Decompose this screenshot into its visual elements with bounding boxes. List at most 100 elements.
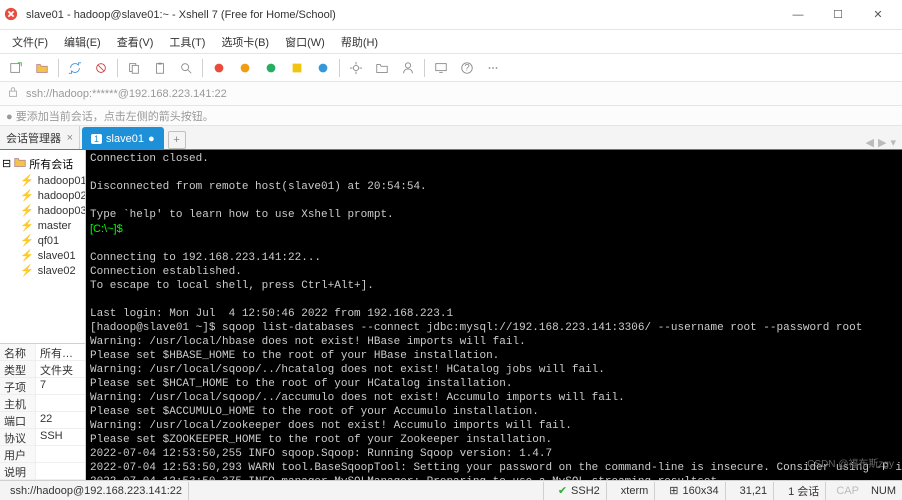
folder2-icon[interactable] [370, 56, 394, 80]
tab-next-icon[interactable]: ▶ [878, 136, 886, 149]
tree-item[interactable]: ⚡qf01 [2, 233, 83, 248]
more-icon[interactable] [481, 56, 505, 80]
terminal[interactable]: Connection closed. Disconnected from rem… [86, 150, 902, 480]
status-sessions: 1 会话 [782, 482, 826, 500]
session-icon: ⚡ [20, 189, 34, 202]
screen-icon[interactable] [429, 56, 453, 80]
tree-item[interactable]: ⚡slave02 [2, 263, 83, 278]
window-title: slave01 - hadoop@slave01:~ - Xshell 7 (F… [26, 9, 778, 21]
tree-item-label: qf01 [38, 235, 59, 247]
prop-key: 名称 [0, 344, 36, 360]
status-bar: ssh://hadoop@192.168.223.141:22 ✔SSH2 xt… [0, 480, 902, 500]
prop-row: 用户名 [0, 446, 85, 463]
status-size: ⊞160x34 [663, 482, 725, 500]
open-icon[interactable] [30, 56, 54, 80]
prop-key: 用户名 [0, 446, 36, 462]
titlebar: slave01 - hadoop@slave01:~ - Xshell 7 (F… [0, 0, 902, 30]
watermark: CSDN @福布斯zgy [807, 458, 894, 472]
prop-value [36, 463, 85, 479]
tree-item[interactable]: ⚡slave01 [2, 248, 83, 263]
tree-item-label: hadoop02 [38, 190, 85, 202]
tree-item-label: slave02 [38, 265, 76, 277]
color4-icon[interactable] [285, 56, 309, 80]
session-manager-title: 会话管理器 × [0, 126, 80, 149]
prop-value: SSH [36, 429, 85, 445]
prop-key: 类型 [0, 361, 36, 377]
copy-icon[interactable] [122, 56, 146, 80]
color2-icon[interactable] [233, 56, 257, 80]
prop-value [36, 395, 85, 411]
close-button[interactable]: ✕ [858, 0, 898, 30]
menu-item[interactable]: 查看(V) [109, 32, 162, 52]
menu-item[interactable]: 编辑(E) [56, 32, 109, 52]
tab-label: slave01 [106, 133, 144, 145]
tab-slave01[interactable]: 1 slave01 ● [82, 127, 164, 149]
tab-add-button[interactable]: + [168, 131, 186, 149]
maximize-button[interactable]: ☐ [818, 0, 858, 30]
disconnect-icon[interactable] [89, 56, 113, 80]
session-icon: ⚡ [20, 174, 34, 187]
status-num: NUM [869, 482, 898, 500]
color1-icon[interactable] [207, 56, 231, 80]
tab-index: 1 [91, 134, 102, 144]
session-tree: ⊟ 所有会话 ⚡hadoop01⚡hadoop02⚡hadoop03⚡maste… [0, 150, 85, 343]
status-cap: CAP [834, 482, 861, 500]
tree-item[interactable]: ⚡master [2, 218, 83, 233]
hint-bar: ● 要添加当前会话，点击左侧的箭头按钮。 [0, 106, 902, 126]
prop-value [36, 446, 85, 462]
prop-row: 端口22 [0, 412, 85, 429]
prop-key: 子项目 [0, 378, 36, 394]
tree-item[interactable]: ⚡ hadoop01 [2, 173, 83, 188]
prop-key: 主机 [0, 395, 36, 411]
prop-row: 类型文件夹 [0, 361, 85, 378]
tab-bar: 会话管理器 × 1 slave01 ● + ◀ ▶ ▾ [0, 126, 902, 150]
tab-menu-icon[interactable]: ▾ [890, 136, 896, 149]
prop-row: 说明 [0, 463, 85, 480]
status-pos: 31,21 [734, 482, 775, 500]
prop-row: 主机 [0, 395, 85, 412]
session-manager-close-icon[interactable]: × [67, 132, 73, 144]
prop-key: 端口 [0, 412, 36, 428]
grid-icon: ⊞ [669, 484, 678, 497]
collapse-icon[interactable]: ⊟ [2, 157, 11, 170]
menu-item[interactable]: 工具(T) [161, 32, 213, 52]
paste-icon[interactable] [148, 56, 172, 80]
find-icon[interactable] [174, 56, 198, 80]
color5-icon[interactable] [311, 56, 335, 80]
menu-item[interactable]: 窗口(W) [277, 32, 333, 52]
prop-key: 说明 [0, 463, 36, 479]
menubar: 文件(F)编辑(E)查看(V)工具(T)选项卡(B)窗口(W)帮助(H) [0, 30, 902, 54]
session-icon: ⚡ [20, 219, 34, 232]
status-path: ssh://hadoop@192.168.223.141:22 [4, 482, 189, 500]
status-enc: xterm [615, 482, 656, 500]
tab-prev-icon[interactable]: ◀ [866, 136, 874, 149]
color3-icon[interactable] [259, 56, 283, 80]
address-text[interactable]: ssh://hadoop:******@192.168.223.141:22 [26, 88, 227, 100]
menu-item[interactable]: 文件(F) [4, 32, 56, 52]
tree-item[interactable]: ⚡hadoop03 [2, 203, 83, 218]
prop-value: 7 [36, 378, 85, 394]
session-manager-label: 会话管理器 [6, 130, 61, 146]
tree-root-label: 所有会话 [29, 156, 73, 172]
user-icon[interactable] [396, 56, 420, 80]
tree-item[interactable]: ⚡ hadoop02 [2, 188, 83, 203]
menu-item[interactable]: 帮助(H) [333, 32, 386, 52]
tab-close-icon[interactable]: ● [148, 133, 155, 145]
main-area: ⊟ 所有会话 ⚡hadoop01⚡hadoop02⚡hadoop03⚡maste… [0, 150, 902, 480]
tree-item-label: slave01 [38, 250, 76, 262]
folder-icon [13, 155, 27, 172]
prop-row: 子项目7 [0, 378, 85, 395]
help-icon[interactable]: ? [455, 56, 479, 80]
reconnect-icon[interactable] [63, 56, 87, 80]
menu-item[interactable]: 选项卡(B) [213, 32, 277, 52]
tree-root[interactable]: ⊟ 所有会话 [2, 154, 83, 173]
hint-text: ● 要添加当前会话，点击左侧的箭头按钮。 [6, 108, 214, 124]
tree-item-label: hadoop03 [38, 205, 85, 217]
minimize-button[interactable]: — [778, 0, 818, 30]
settings-icon[interactable] [344, 56, 368, 80]
new-session-icon[interactable] [4, 56, 28, 80]
lock-icon [6, 85, 20, 102]
prop-row: 协议SSH [0, 429, 85, 446]
tree-item-label: hadoop01 [38, 175, 85, 187]
address-bar: ssh://hadoop:******@192.168.223.141:22 [0, 82, 902, 106]
